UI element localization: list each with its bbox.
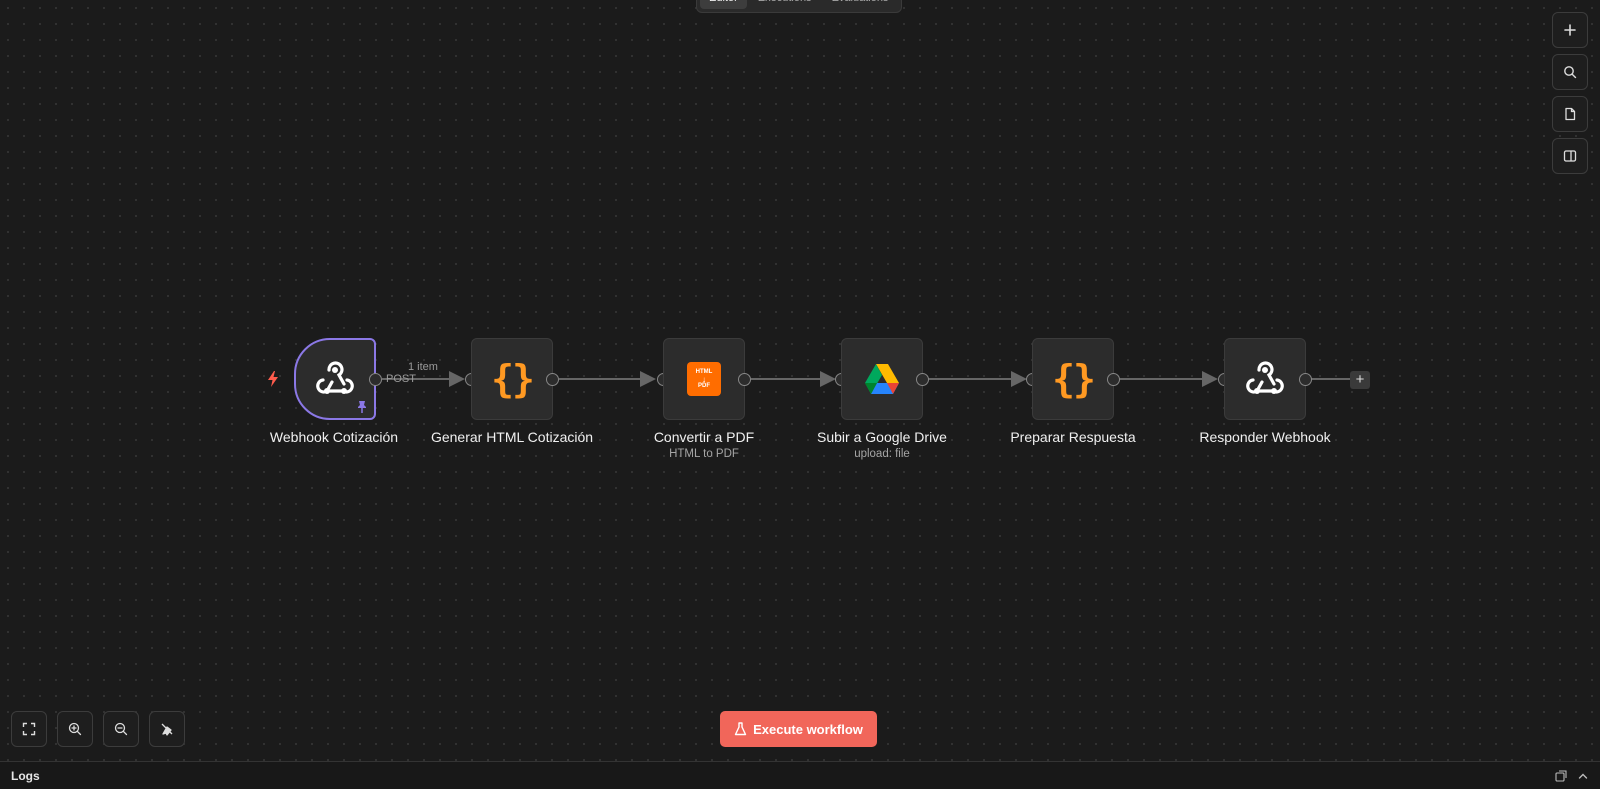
sticky-note-icon [1565, 107, 1576, 121]
plus-icon: + [1355, 371, 1365, 388]
pdf-icon-text: PDF [698, 382, 710, 389]
search-icon [1564, 66, 1577, 79]
node-label: Webhook Cotización [269, 429, 399, 445]
arrow-down-icon: ↓ [702, 374, 706, 384]
add-sticky-note-button[interactable] [1552, 96, 1588, 132]
google-drive-icon [865, 364, 899, 394]
flask-icon [734, 722, 747, 736]
code-braces-icon: {} [491, 357, 535, 401]
node-label: Convertir a PDF [653, 429, 755, 445]
node-label: Subir a Google Drive [817, 429, 947, 445]
webhook-icon [1246, 361, 1284, 394]
tab-editor[interactable]: Editor [700, 0, 747, 9]
logs-panel-header[interactable]: Logs [0, 761, 1600, 789]
chevron-up-icon[interactable] [1577, 770, 1589, 782]
output-handle[interactable] [916, 373, 929, 386]
tab-executions[interactable]: Executions [749, 0, 821, 9]
webhook-method-label: POST [386, 373, 416, 385]
zoom-out-icon [114, 722, 128, 736]
execute-workflow-label: Execute workflow [753, 721, 863, 737]
fit-view-icon [22, 722, 36, 736]
output-handle[interactable] [369, 373, 382, 386]
node-convertir-pdf[interactable]: HTML ↓ PDF [663, 338, 745, 420]
node-subtitle: HTML to PDF [669, 448, 739, 460]
pop-out-icon[interactable] [1555, 769, 1567, 782]
execute-workflow-button[interactable]: Execute workflow [720, 711, 877, 747]
node-label: Generar HTML Cotización [430, 429, 594, 445]
tab-evaluations[interactable]: Evaluations [823, 0, 898, 9]
edge-item-count: 1 item [408, 361, 438, 373]
toggle-panel-button[interactable] [1552, 138, 1588, 174]
logs-title: Logs [11, 768, 40, 783]
zoom-controls [11, 711, 185, 747]
fit-view-button[interactable] [11, 711, 47, 747]
zoom-out-button[interactable] [103, 711, 139, 747]
node-responder-webhook[interactable] [1224, 338, 1306, 420]
workflow-connections [382, 371, 1350, 387]
add-node-button[interactable] [1552, 12, 1588, 48]
tidy-up-button[interactable] [149, 711, 185, 747]
zoom-in-button[interactable] [57, 711, 93, 747]
output-handle[interactable] [1107, 373, 1120, 386]
html-to-pdf-icon: HTML ↓ PDF [687, 362, 721, 396]
trigger-bolt-icon [268, 371, 278, 387]
node-subtitle: upload: file [854, 448, 910, 460]
node-generar-html[interactable]: {} [471, 338, 553, 420]
plus-icon [1564, 24, 1576, 36]
add-next-node-button[interactable]: + [1350, 371, 1370, 389]
output-handle[interactable] [546, 373, 559, 386]
node-subir-google-drive[interactable] [841, 338, 923, 420]
output-handle[interactable] [738, 373, 751, 386]
node-label: Preparar Respuesta [1010, 429, 1136, 445]
pin-icon [358, 401, 366, 413]
node-webhook-cotizacion[interactable] [294, 338, 376, 420]
zoom-in-icon [68, 722, 82, 736]
output-handle[interactable] [1299, 373, 1312, 386]
search-button[interactable] [1552, 54, 1588, 90]
panel-icon [1563, 150, 1577, 162]
code-braces-icon: {} [1052, 357, 1096, 401]
broom-icon [161, 723, 173, 736]
canvas-toolbar [1552, 12, 1588, 174]
webhook-icon [316, 361, 354, 394]
view-tabs: Editor Executions Evaluations [696, 0, 902, 13]
node-preparar-respuesta[interactable]: {} [1032, 338, 1114, 420]
node-label: Responder Webhook [1199, 429, 1331, 445]
